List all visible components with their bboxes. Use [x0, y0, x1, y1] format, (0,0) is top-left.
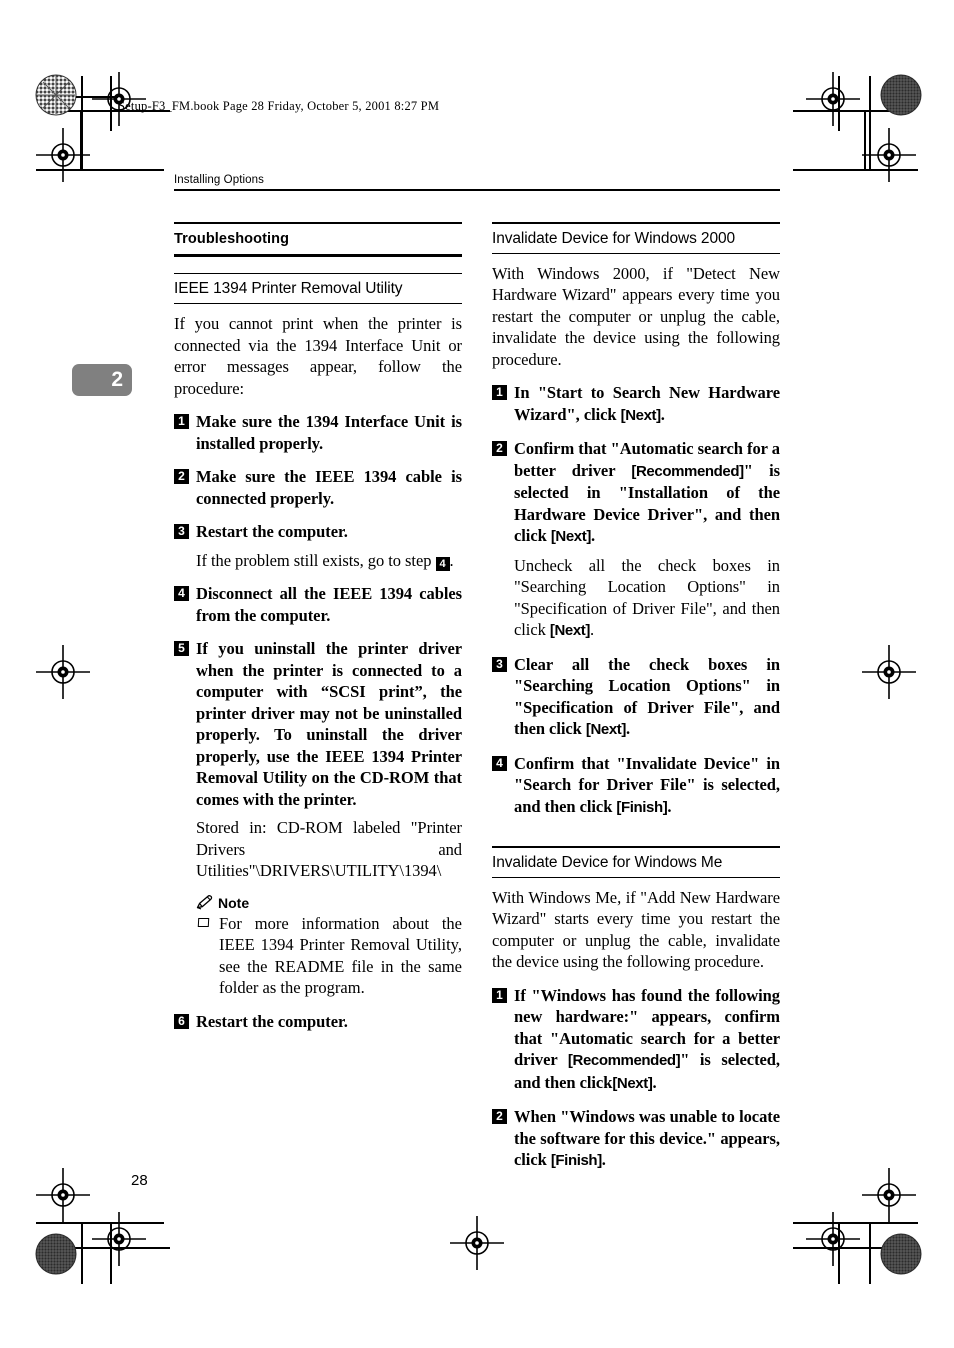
subheading-rule-bottom [174, 303, 462, 305]
step-subtext: If the problem still exists, go to step … [196, 550, 462, 572]
step-text: If "Windows has found the following new … [514, 985, 780, 1095]
step-item: 4 Disconnect all the IEEE 1394 cables fr… [174, 583, 462, 626]
inline-step-reference: 4 [435, 556, 450, 571]
note-block: Note For more information about the IEEE… [196, 895, 462, 999]
ui-key-label: [Recommended] [567, 1052, 681, 1070]
text-run: . [652, 1072, 657, 1092]
step-text: Confirm that "Automatic search for a bet… [514, 438, 780, 548]
section-heading-text: Troubleshooting [174, 230, 290, 247]
step-number: 2 [174, 469, 189, 485]
step-number: 1 [174, 414, 189, 430]
text-run: . [601, 1150, 606, 1170]
step-item: 2 Make sure the IEEE 1394 cable is conne… [174, 466, 462, 509]
step-number: 1 [492, 987, 507, 1003]
text-run: Clear all the check boxes in "Searching … [514, 654, 780, 739]
subsection-heading-win2000: Invalidate Device for Windows 2000 [492, 222, 780, 254]
manual-page: Installing Options 2 28 Troubleshooting … [0, 0, 954, 1348]
step-number: 3 [174, 524, 189, 540]
step-text: When "Windows was unable to locate the s… [514, 1106, 780, 1172]
step-item: 1 Make sure the 1394 Interface Unit is i… [174, 411, 462, 454]
heading-rule-bottom [174, 253, 462, 257]
step-item: 1 If "Windows has found the following ne… [492, 985, 780, 1095]
ui-key-label: [Next] [612, 1074, 653, 1092]
step-item: 4 Confirm that "Invalidate Device" in "S… [492, 753, 780, 819]
ui-key-label: [Next] [585, 721, 627, 739]
text-run: . [625, 719, 631, 739]
subheading-rule-bottom [492, 876, 780, 878]
ui-key-label: [Next] [550, 528, 592, 546]
step-item: 1 In "Start to Search New Hardware Wizar… [492, 382, 780, 426]
step-text: Clear all the check boxes in "Searching … [514, 654, 780, 741]
step-item: 2 When "Windows was unable to locate the… [492, 1106, 780, 1172]
ui-key-label: [Next] [620, 406, 662, 424]
step-number: 4 [174, 586, 189, 602]
ui-key-label: [Finish] [616, 798, 668, 816]
text-run: . [590, 526, 596, 546]
subsection-heading-text: IEEE 1394 Printer Removal Utility [174, 280, 403, 298]
text-run: . [660, 404, 665, 424]
page-number: 28 [131, 1172, 148, 1189]
step-text: Make sure the IEEE 1394 cable is connect… [196, 467, 462, 508]
step-number: 2 [492, 1109, 507, 1125]
step-number: 5 [174, 641, 189, 657]
step-number: 4 [492, 755, 507, 771]
step-text: Make sure the 1394 Interface Unit is ins… [196, 412, 462, 453]
subheading-rule-bottom [492, 252, 780, 254]
step-number: 2 [492, 441, 507, 457]
subsection-heading-winme: Invalidate Device for Windows Me [492, 846, 780, 878]
step-text: Confirm that "Invalidate Device" in "Sea… [514, 753, 780, 819]
step-subtext-stored-in: Stored in: CD-ROM labeled "Printer Drive… [196, 818, 462, 881]
note-bullet-icon [197, 917, 210, 927]
section-heading-troubleshooting: Troubleshooting [174, 222, 462, 257]
intro-paragraph: With Windows 2000, if "Detect New Hardwa… [492, 263, 780, 369]
subsection-heading-text: Invalidate Device for Windows 2000 [492, 229, 736, 247]
left-column: Troubleshooting IEEE 1394 Printer Remova… [174, 222, 462, 1044]
running-header-title: Installing Options [174, 174, 265, 186]
subsection-heading-removal-utility: IEEE 1394 Printer Removal Utility [174, 272, 462, 305]
running-header-rule [174, 189, 780, 191]
step-text: In "Start to Search New Hardware Wizard"… [514, 382, 780, 426]
step-number: 1 [492, 385, 507, 401]
running-header: Installing Options [174, 174, 780, 191]
step-subtext-after: . [449, 550, 454, 570]
step-number: 6 [174, 1013, 189, 1029]
right-column: Invalidate Device for Windows 2000 With … [492, 222, 780, 1184]
step-text: If you uninstall the printer driver when… [196, 639, 462, 809]
step-item: 2 Confirm that "Automatic search for a b… [492, 438, 780, 642]
note-item-text: For more information about the IEEE 1394… [219, 913, 462, 998]
step-text: Disconnect all the IEEE 1394 cables from… [196, 584, 462, 625]
ui-key-label: [Next] [549, 622, 591, 640]
pencil-icon [196, 895, 213, 910]
note-label: Note [218, 894, 250, 911]
step-number: 3 [492, 656, 507, 672]
step-item: 6 Restart the computer. [174, 1011, 462, 1033]
intro-paragraph: With Windows Me, if "Add New Hardware Wi… [492, 887, 780, 972]
step-subtext: Uncheck all the check boxes in "Searchin… [514, 555, 780, 642]
step-text: Restart the computer. [196, 522, 348, 542]
step-item: 5 If you uninstall the printer driver wh… [174, 638, 462, 999]
ui-key-label: [Finish] [550, 1152, 602, 1170]
subsection-heading-text: Invalidate Device for Windows Me [492, 853, 723, 871]
intro-paragraph: If you cannot print when the printer is … [174, 314, 462, 398]
chapter-tab: 2 [72, 364, 132, 396]
note-item: For more information about the IEEE 1394… [196, 913, 462, 999]
step-text: Restart the computer. [196, 1011, 348, 1031]
step-item: 3 Clear all the check boxes in "Searchin… [492, 654, 780, 741]
step-item: 3 Restart the computer. If the problem s… [174, 521, 462, 571]
ui-key-label: [Recommended] [631, 462, 744, 480]
step-subtext-before: If the problem still exists, go to step [196, 550, 436, 570]
text-run: . [667, 796, 672, 816]
text-run: . [590, 620, 595, 640]
note-heading: Note [196, 895, 462, 911]
